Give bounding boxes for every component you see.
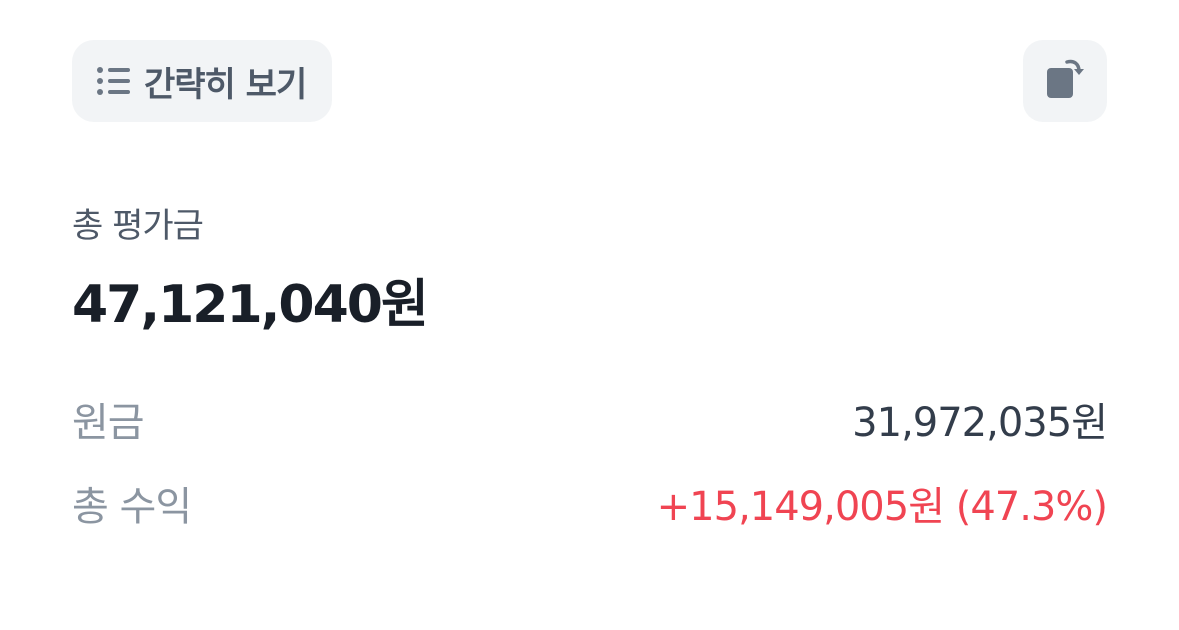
total-valuation-label: 총 평가금 xyxy=(72,206,204,246)
total-valuation-value: 47,121,040원 xyxy=(72,275,429,335)
total-profit-value: +15,149,005원 (47.3%) xyxy=(656,484,1108,530)
rotate-screen-icon xyxy=(1042,56,1088,106)
simple-view-button[interactable]: 간략히 보기 xyxy=(72,40,333,122)
principal-label: 원금 xyxy=(72,400,145,446)
simple-view-label: 간략히 보기 xyxy=(144,64,307,105)
list-icon xyxy=(96,64,134,98)
rotate-screen-button[interactable] xyxy=(1023,40,1107,122)
total-profit-row: 총 수익 +15,149,005원 (47.3%) xyxy=(72,474,1108,532)
principal-value: 31,972,035원 xyxy=(852,400,1108,446)
total-profit-label: 총 수익 xyxy=(72,484,192,530)
principal-row: 원금 31,972,035원 xyxy=(72,390,1108,448)
